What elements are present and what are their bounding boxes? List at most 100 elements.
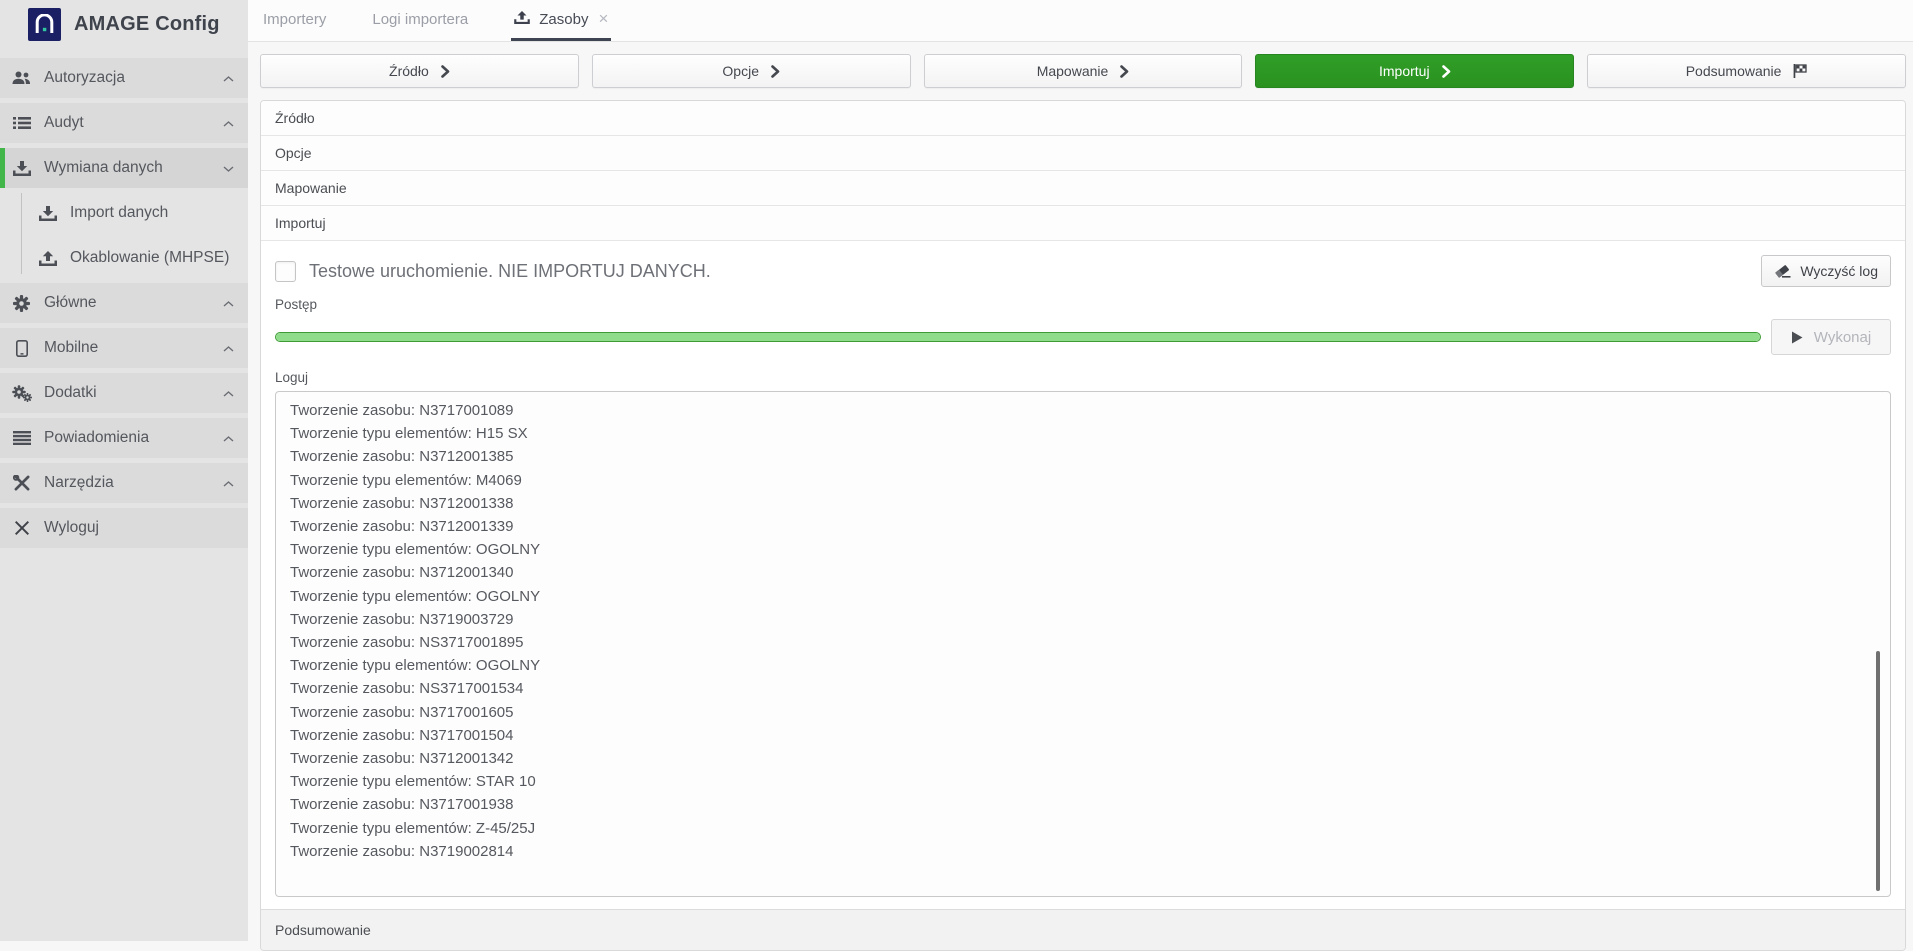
chevron-up-icon: [223, 69, 234, 87]
step-importuj-button[interactable]: Importuj: [1255, 54, 1574, 88]
x-icon: [11, 521, 32, 535]
sidebar-item-label: Okablowanie (MHPSE): [70, 249, 234, 267]
sidebar-item-label: Audyt: [44, 114, 223, 132]
log-line: Tworzenie zasobu: N3712001342: [290, 747, 1876, 770]
tools-icon: [11, 475, 32, 491]
sidebar-item-label: Import danych: [70, 204, 234, 222]
tab-logi-importera[interactable]: Logi importera: [369, 0, 471, 41]
log-line: Tworzenie zasobu: N3719002814: [290, 840, 1876, 863]
log-line: Tworzenie typu elementów: OGOLNY: [290, 654, 1876, 677]
log-line: Tworzenie zasobu: N3712001338: [290, 492, 1876, 515]
log-line: Tworzenie zasobu: N3717001089: [290, 399, 1876, 422]
sidebar-subgroup: Import danych Okablowanie (MHPSE): [0, 193, 248, 278]
download-icon: [11, 161, 32, 176]
sidebar-item-label: Dodatki: [44, 384, 223, 402]
log-line: Tworzenie typu elementów: M4069: [290, 469, 1876, 492]
sidebar-item-audyt[interactable]: Audyt: [0, 103, 248, 143]
list-icon: [11, 116, 32, 130]
chevron-right-icon: [1442, 65, 1451, 78]
log-line: Tworzenie typu elementów: H15 SX: [290, 422, 1876, 445]
phone-icon: [11, 340, 32, 357]
sidebar-item-label: Wymiana danych: [44, 159, 223, 177]
accordion-header-label: Podsumowanie: [275, 922, 371, 938]
chevron-down-icon: [223, 159, 234, 177]
test-run-label: Testowe uruchomienie. NIE IMPORTUJ DANYC…: [309, 261, 711, 282]
sidebar-item-wymiana-danych[interactable]: Wymiana danych: [0, 148, 248, 188]
step-label: Importuj: [1379, 63, 1430, 79]
tab-zasoby[interactable]: Zasoby ×: [511, 0, 611, 41]
step-label: Opcje: [722, 63, 759, 79]
importer-content: Źródło Opcje Mapowanie Importuj Podsumow…: [248, 42, 1913, 951]
step-opcje-button[interactable]: Opcje: [592, 54, 911, 88]
log-line: Tworzenie zasobu: N3717001605: [290, 701, 1876, 724]
chevron-up-icon: [223, 474, 234, 492]
step-label: Źródło: [389, 63, 429, 79]
chevron-up-icon: [223, 339, 234, 357]
log-line: Tworzenie zasobu: NS3717001895: [290, 631, 1876, 654]
sidebar-item-glowne[interactable]: Główne: [0, 283, 248, 323]
log-line: Tworzenie typu elementów: STAR 10: [290, 770, 1876, 793]
progress-fill: [276, 333, 1760, 341]
sidebar-item-label: Autoryzacja: [44, 69, 223, 87]
run-label: Wykonaj: [1814, 329, 1871, 346]
sidebar-item-label: Narzędzia: [44, 474, 223, 492]
sidebar-item-powiadomienia[interactable]: Powiadomienia: [0, 418, 248, 458]
tab-bar: Importery Logi importera Zasoby ×: [248, 0, 1913, 42]
sidebar-item-label: Powiadomienia: [44, 429, 223, 447]
chevron-right-icon: [441, 65, 450, 78]
chevron-up-icon: [223, 384, 234, 402]
gear-icon: [11, 295, 32, 312]
sidebar-item-label: Mobilne: [44, 339, 223, 357]
log-textarea[interactable]: Tworzenie zasobu: N3717001089Tworzenie t…: [275, 391, 1891, 897]
flag-icon: [1793, 64, 1807, 78]
accordion-header-zrodlo[interactable]: Źródło: [261, 101, 1905, 136]
sidebar-item-import-danych[interactable]: Import danych: [0, 193, 248, 233]
tab-label: Zasoby: [539, 11, 588, 28]
upload-icon: [514, 11, 530, 28]
sidebar-item-autoryzacja[interactable]: Autoryzacja: [0, 58, 248, 98]
log-line: Tworzenie zasobu: N3717001938: [290, 793, 1876, 816]
brand: AMAGE Config: [0, 0, 248, 48]
amage-logo-icon: [28, 8, 61, 41]
log-line: Tworzenie zasobu: N3712001339: [290, 515, 1876, 538]
accordion-header-opcje[interactable]: Opcje: [261, 136, 1905, 171]
chevron-up-icon: [223, 114, 234, 132]
upload-icon: [37, 251, 58, 266]
menu-lines-icon: [11, 431, 32, 445]
sidebar-item-mobilne[interactable]: Mobilne: [0, 328, 248, 368]
sidebar-item-wyloguj[interactable]: Wyloguj: [0, 508, 248, 548]
tab-label: Logi importera: [372, 11, 468, 28]
step-label: Podsumowanie: [1686, 63, 1782, 79]
log-line: Tworzenie typu elementów: OGOLNY: [290, 585, 1876, 608]
test-run-checkbox[interactable]: [275, 261, 296, 282]
step-zrodlo-button[interactable]: Źródło: [260, 54, 579, 88]
accordion-header-mapowanie[interactable]: Mapowanie: [261, 171, 1905, 206]
clear-log-label: Wyczyść log: [1800, 263, 1878, 279]
sidebar-item-okablowanie[interactable]: Okablowanie (MHPSE): [0, 238, 248, 278]
eraser-icon: [1774, 265, 1791, 278]
close-icon[interactable]: ×: [598, 9, 608, 29]
accordion-header-label: Opcje: [275, 145, 312, 161]
play-icon: [1791, 331, 1803, 344]
log-line: Tworzenie zasobu: N3719003729: [290, 608, 1876, 631]
log-line: Tworzenie typu elementów: OGOLNY: [290, 538, 1876, 561]
sidebar-item-label: Wyloguj: [44, 519, 234, 537]
accordion-header-importuj[interactable]: Importuj: [261, 206, 1905, 241]
run-button[interactable]: Wykonaj: [1771, 319, 1891, 355]
accordion-header-label: Importuj: [275, 215, 326, 231]
sidebar-item-label: Główne: [44, 294, 223, 312]
sidebar-item-dodatki[interactable]: Dodatki: [0, 373, 248, 413]
step-mapowanie-button[interactable]: Mapowanie: [924, 54, 1243, 88]
accordion-header-podsumowanie[interactable]: Podsumowanie: [261, 909, 1905, 950]
sidebar-item-narzedzia[interactable]: Narzędzia: [0, 463, 248, 503]
log-line: Tworzenie zasobu: N3712001385: [290, 445, 1876, 468]
chevron-up-icon: [223, 429, 234, 447]
log-line: Tworzenie typu elementów: Z-45/25J: [290, 817, 1876, 840]
chevron-up-icon: [223, 294, 234, 312]
step-podsumowanie-button[interactable]: Podsumowanie: [1587, 54, 1906, 88]
log-scrollbar-thumb[interactable]: [1876, 651, 1880, 891]
tab-importery[interactable]: Importery: [260, 0, 329, 41]
progress-bar: [275, 332, 1761, 342]
clear-log-button[interactable]: Wyczyść log: [1761, 255, 1891, 287]
chevron-right-icon: [771, 65, 780, 78]
